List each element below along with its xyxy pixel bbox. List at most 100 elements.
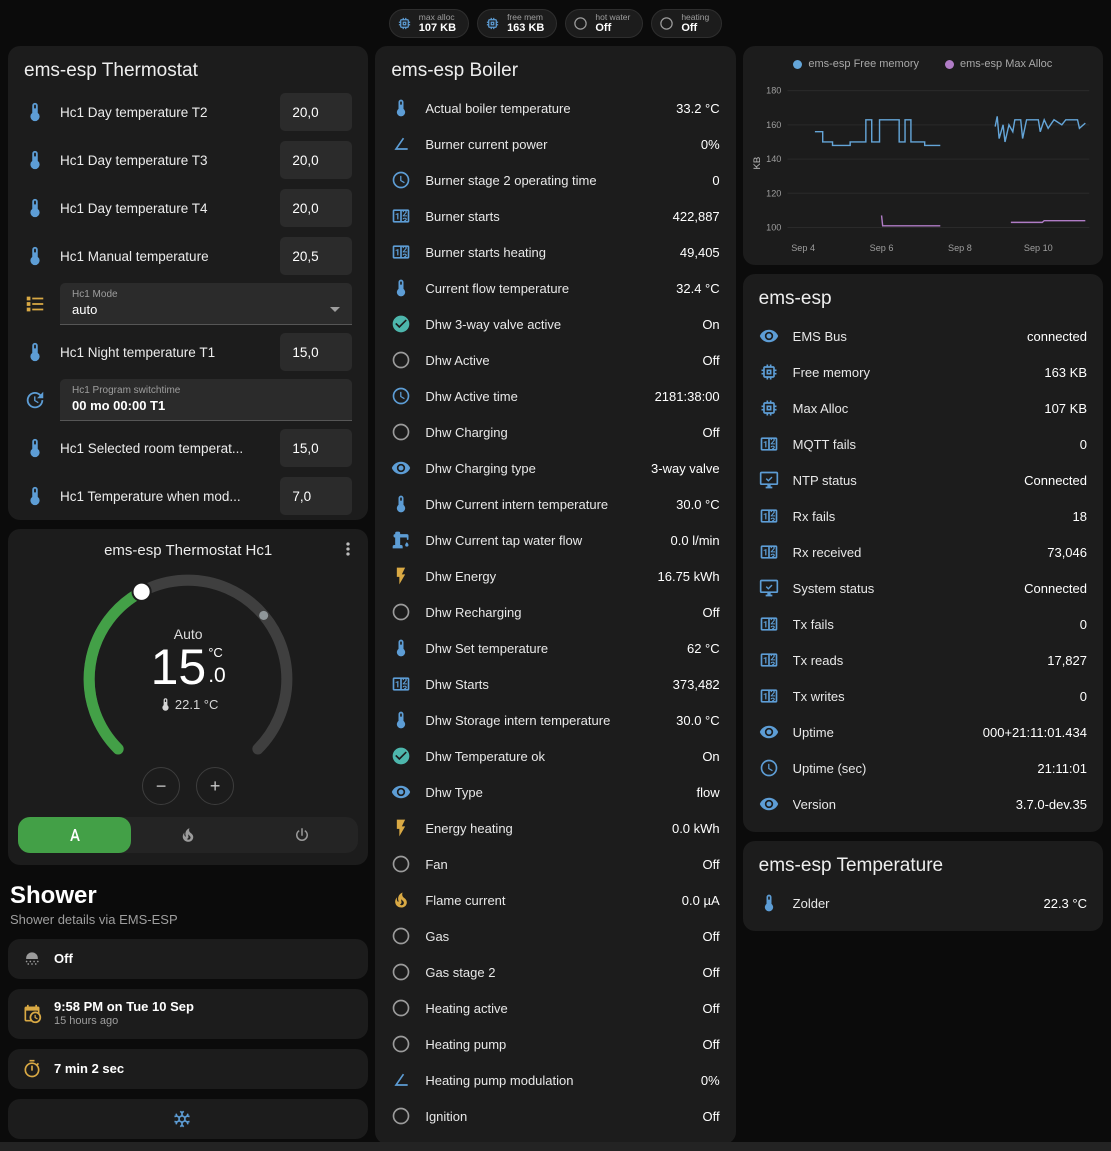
entity-row[interactable]: Dhw Set temperature 62 °C <box>375 630 735 666</box>
entity-row[interactable]: EMS Bus connected <box>743 318 1103 354</box>
entity-row[interactable]: Tx fails 0 <box>743 606 1103 642</box>
entity-row[interactable]: Flame current 0.0 µA <box>375 882 735 918</box>
card-title: ems-esp Temperature <box>743 841 1103 883</box>
entity-row[interactable]: Version 3.7.0-dev.35 <box>743 786 1103 822</box>
entity-row[interactable]: Dhw Storage intern temperature 30.0 °C <box>375 702 735 738</box>
entity-row[interactable]: Gas Off <box>375 918 735 954</box>
legend-dot <box>945 60 954 69</box>
shower-tile[interactable] <box>8 1099 368 1139</box>
entity-row[interactable]: Heating pump modulation 0% <box>375 1062 735 1098</box>
legend-item[interactable]: ems-esp Free memory <box>793 58 919 70</box>
entity-row[interactable]: Uptime 000+21:11:01.434 <box>743 714 1103 750</box>
entity-row[interactable]: Gas stage 2 Off <box>375 954 735 990</box>
entity-row[interactable]: Dhw Active Off <box>375 342 735 378</box>
entity-row[interactable]: Dhw Charging Off <box>375 414 735 450</box>
decrease-temp-button[interactable]: − <box>142 767 180 805</box>
entity-row[interactable]: Burner stage 2 operating time 0 <box>375 162 735 198</box>
hvac-mode-button[interactable] <box>245 817 358 853</box>
eye-icon <box>759 722 779 742</box>
entity-row[interactable]: Current flow temperature 32.4 °C <box>375 270 735 306</box>
number-input[interactable]: 20,0 <box>280 93 352 131</box>
entity-row[interactable]: Dhw Recharging Off <box>375 594 735 630</box>
water-pump-icon <box>391 530 411 550</box>
memory-icon <box>759 362 779 382</box>
entity-row[interactable]: Energy heating 0.0 kWh <box>375 810 735 846</box>
entity-row[interactable]: Heating active Off <box>375 990 735 1026</box>
entity-row[interactable]: Hc1 Mode auto <box>8 280 368 328</box>
increase-temp-button[interactable]: + <box>196 767 234 805</box>
shower-tile[interactable]: Off <box>8 939 368 979</box>
status-chip[interactable]: max alloc 107 KB <box>389 9 469 38</box>
entity-row[interactable]: Hc1 Day temperature T3 20,0 <box>8 136 368 184</box>
hvac-mode-button[interactable] <box>18 817 131 853</box>
entity-row[interactable]: Hc1 Temperature when mod... 7,0 <box>8 472 368 520</box>
horizontal-scrollbar[interactable] <box>0 1142 1111 1151</box>
dial-handle[interactable] <box>133 583 151 601</box>
entity-row[interactable]: Hc1 Day temperature T2 20,0 <box>8 88 368 136</box>
entity-row[interactable]: Dhw Active time 2181:38:00 <box>375 378 735 414</box>
entity-row[interactable]: Dhw Charging type 3-way valve <box>375 450 735 486</box>
entity-row[interactable]: Free memory 163 KB <box>743 354 1103 390</box>
card-title: ems-esp <box>743 274 1103 316</box>
entity-row[interactable]: Hc1 Program switchtime 00 mo 00:00 T1 <box>8 376 368 424</box>
entity-row[interactable]: Dhw 3-way valve active On <box>375 306 735 342</box>
select-field[interactable]: Hc1 Mode auto <box>60 283 352 325</box>
status-chip[interactable]: heating Off <box>651 9 722 38</box>
status-chip[interactable]: free mem 163 KB <box>477 9 557 38</box>
hvac-mode-button[interactable] <box>131 817 244 853</box>
entity-row[interactable]: Rx received 73,046 <box>743 534 1103 570</box>
eye-icon <box>759 326 779 346</box>
counter-icon <box>759 506 779 526</box>
entity-row[interactable]: Dhw Current tap water flow 0.0 l/min <box>375 522 735 558</box>
entity-row[interactable]: Dhw Current intern temperature 30.0 °C <box>375 486 735 522</box>
entity-row[interactable]: Dhw Energy 16.75 kWh <box>375 558 735 594</box>
card-menu-button[interactable] <box>338 539 358 562</box>
shower-tile[interactable]: 7 min 2 sec <box>8 1049 368 1089</box>
entity-row[interactable]: Max Alloc 107 KB <box>743 390 1103 426</box>
number-input[interactable]: 15,0 <box>280 333 352 371</box>
thermostat-dial[interactable]: Auto 15 °C .0 22.1 °C − + <box>72 563 304 805</box>
format-list-icon <box>24 293 46 315</box>
entity-row[interactable]: NTP status Connected <box>743 462 1103 498</box>
entity-row[interactable]: Burner starts heating 49,405 <box>375 234 735 270</box>
thermometer-water-icon <box>24 149 46 171</box>
history-chart-card: ems-esp Free memory ems-esp Max Alloc 10… <box>743 46 1103 265</box>
entity-row[interactable]: Uptime (sec) 21:11:01 <box>743 750 1103 786</box>
clock-icon <box>391 386 411 406</box>
entity-row[interactable]: Dhw Starts 373,482 <box>375 666 735 702</box>
entity-row[interactable]: Ignition Off <box>375 1098 735 1134</box>
entity-row[interactable]: Tx reads 17,827 <box>743 642 1103 678</box>
eye-icon <box>391 458 411 478</box>
thermometer-icon <box>391 494 411 514</box>
entity-row[interactable]: Tx writes 0 <box>743 678 1103 714</box>
entity-row[interactable]: Burner starts 422,887 <box>375 198 735 234</box>
counter-icon <box>759 650 779 670</box>
entity-row[interactable]: System status Connected <box>743 570 1103 606</box>
entity-row[interactable]: MQTT fails 0 <box>743 426 1103 462</box>
entity-row[interactable]: Burner current power 0% <box>375 126 735 162</box>
number-input[interactable]: 20,5 <box>280 237 352 275</box>
entity-row[interactable]: Dhw Temperature ok On <box>375 738 735 774</box>
number-input[interactable]: 20,0 <box>280 141 352 179</box>
power-icon <box>293 826 311 844</box>
entity-row[interactable]: Heating pump Off <box>375 1026 735 1062</box>
number-input[interactable]: 15,0 <box>280 429 352 467</box>
history-chart[interactable]: 100120140160180Sep 4Sep 6Sep 8Sep 10KB <box>751 74 1095 256</box>
entity-row[interactable]: Actual boiler temperature 33.2 °C <box>375 90 735 126</box>
entity-row[interactable]: Rx fails 18 <box>743 498 1103 534</box>
entity-row[interactable]: Hc1 Selected room temperat... 15,0 <box>8 424 368 472</box>
svg-text:160: 160 <box>766 120 781 130</box>
text-field[interactable]: Hc1 Program switchtime 00 mo 00:00 T1 <box>60 379 352 421</box>
legend-item[interactable]: ems-esp Max Alloc <box>945 58 1052 70</box>
number-input[interactable]: 20,0 <box>280 189 352 227</box>
entity-row[interactable]: Zolder 22.3 °C <box>743 885 1103 921</box>
entity-row[interactable]: Dhw Type flow <box>375 774 735 810</box>
entity-row[interactable]: Fan Off <box>375 846 735 882</box>
entity-row[interactable]: Hc1 Day temperature T4 20,0 <box>8 184 368 232</box>
entity-row[interactable]: Hc1 Manual temperature 20,5 <box>8 232 368 280</box>
number-input[interactable]: 7,0 <box>280 477 352 515</box>
status-chip[interactable]: hot water Off <box>565 9 643 38</box>
counter-icon <box>391 242 411 262</box>
shower-tile[interactable]: 9:58 PM on Tue 10 Sep 15 hours ago <box>8 989 368 1039</box>
entity-row[interactable]: Hc1 Night temperature T1 15,0 <box>8 328 368 376</box>
